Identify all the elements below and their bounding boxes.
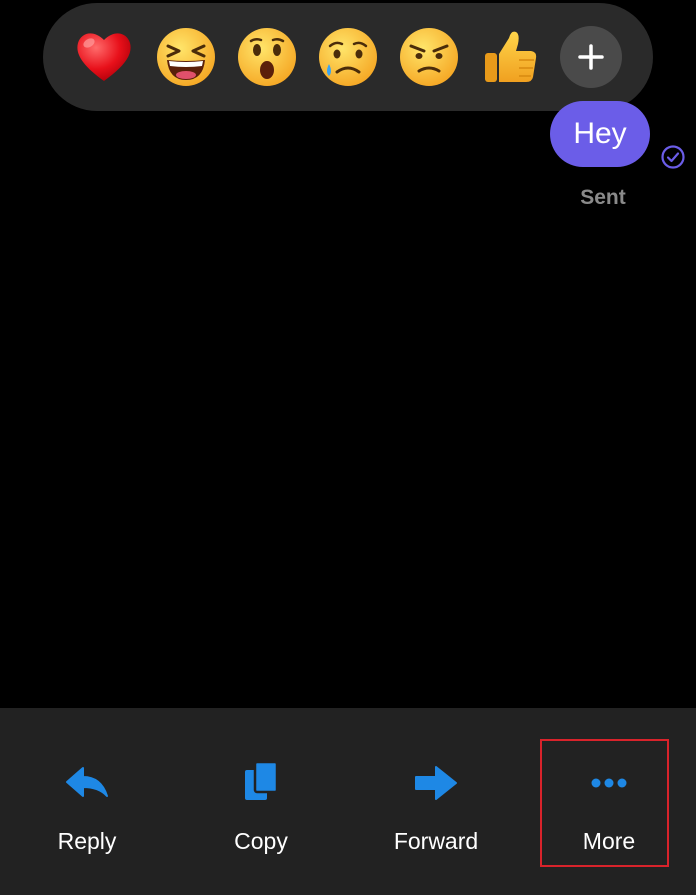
heart-reaction-icon[interactable]	[73, 26, 135, 88]
surprised-reaction-icon[interactable]	[236, 26, 298, 88]
more-button[interactable]: More	[544, 708, 674, 895]
more-label: More	[582, 828, 636, 854]
reaction-bar	[43, 3, 653, 111]
forward-label: Forward	[393, 828, 479, 854]
angry-reaction-icon[interactable]	[398, 26, 460, 88]
sent-check-icon	[661, 145, 685, 169]
reply-icon	[66, 767, 108, 797]
forward-arrow-icon	[415, 766, 457, 800]
more-dots-icon	[591, 778, 627, 788]
copy-label: Copy	[234, 828, 288, 854]
copy-icon	[245, 760, 279, 800]
plus-icon	[578, 44, 604, 70]
forward-button[interactable]: Forward	[371, 708, 501, 895]
add-reaction-button[interactable]	[560, 26, 622, 88]
reply-button[interactable]: Reply	[22, 708, 152, 895]
message-action-bar: Reply Copy Forward More	[0, 708, 696, 895]
copy-button[interactable]: Copy	[196, 708, 326, 895]
message-text: Hey	[573, 117, 627, 150]
reply-label: Reply	[57, 828, 117, 854]
thumbs-up-reaction-icon[interactable]	[479, 26, 541, 88]
message-bubble[interactable]: Hey	[550, 101, 650, 167]
laughing-reaction-icon[interactable]	[155, 26, 217, 88]
message-status: Sent	[580, 186, 626, 209]
sad-reaction-icon[interactable]	[317, 26, 379, 88]
